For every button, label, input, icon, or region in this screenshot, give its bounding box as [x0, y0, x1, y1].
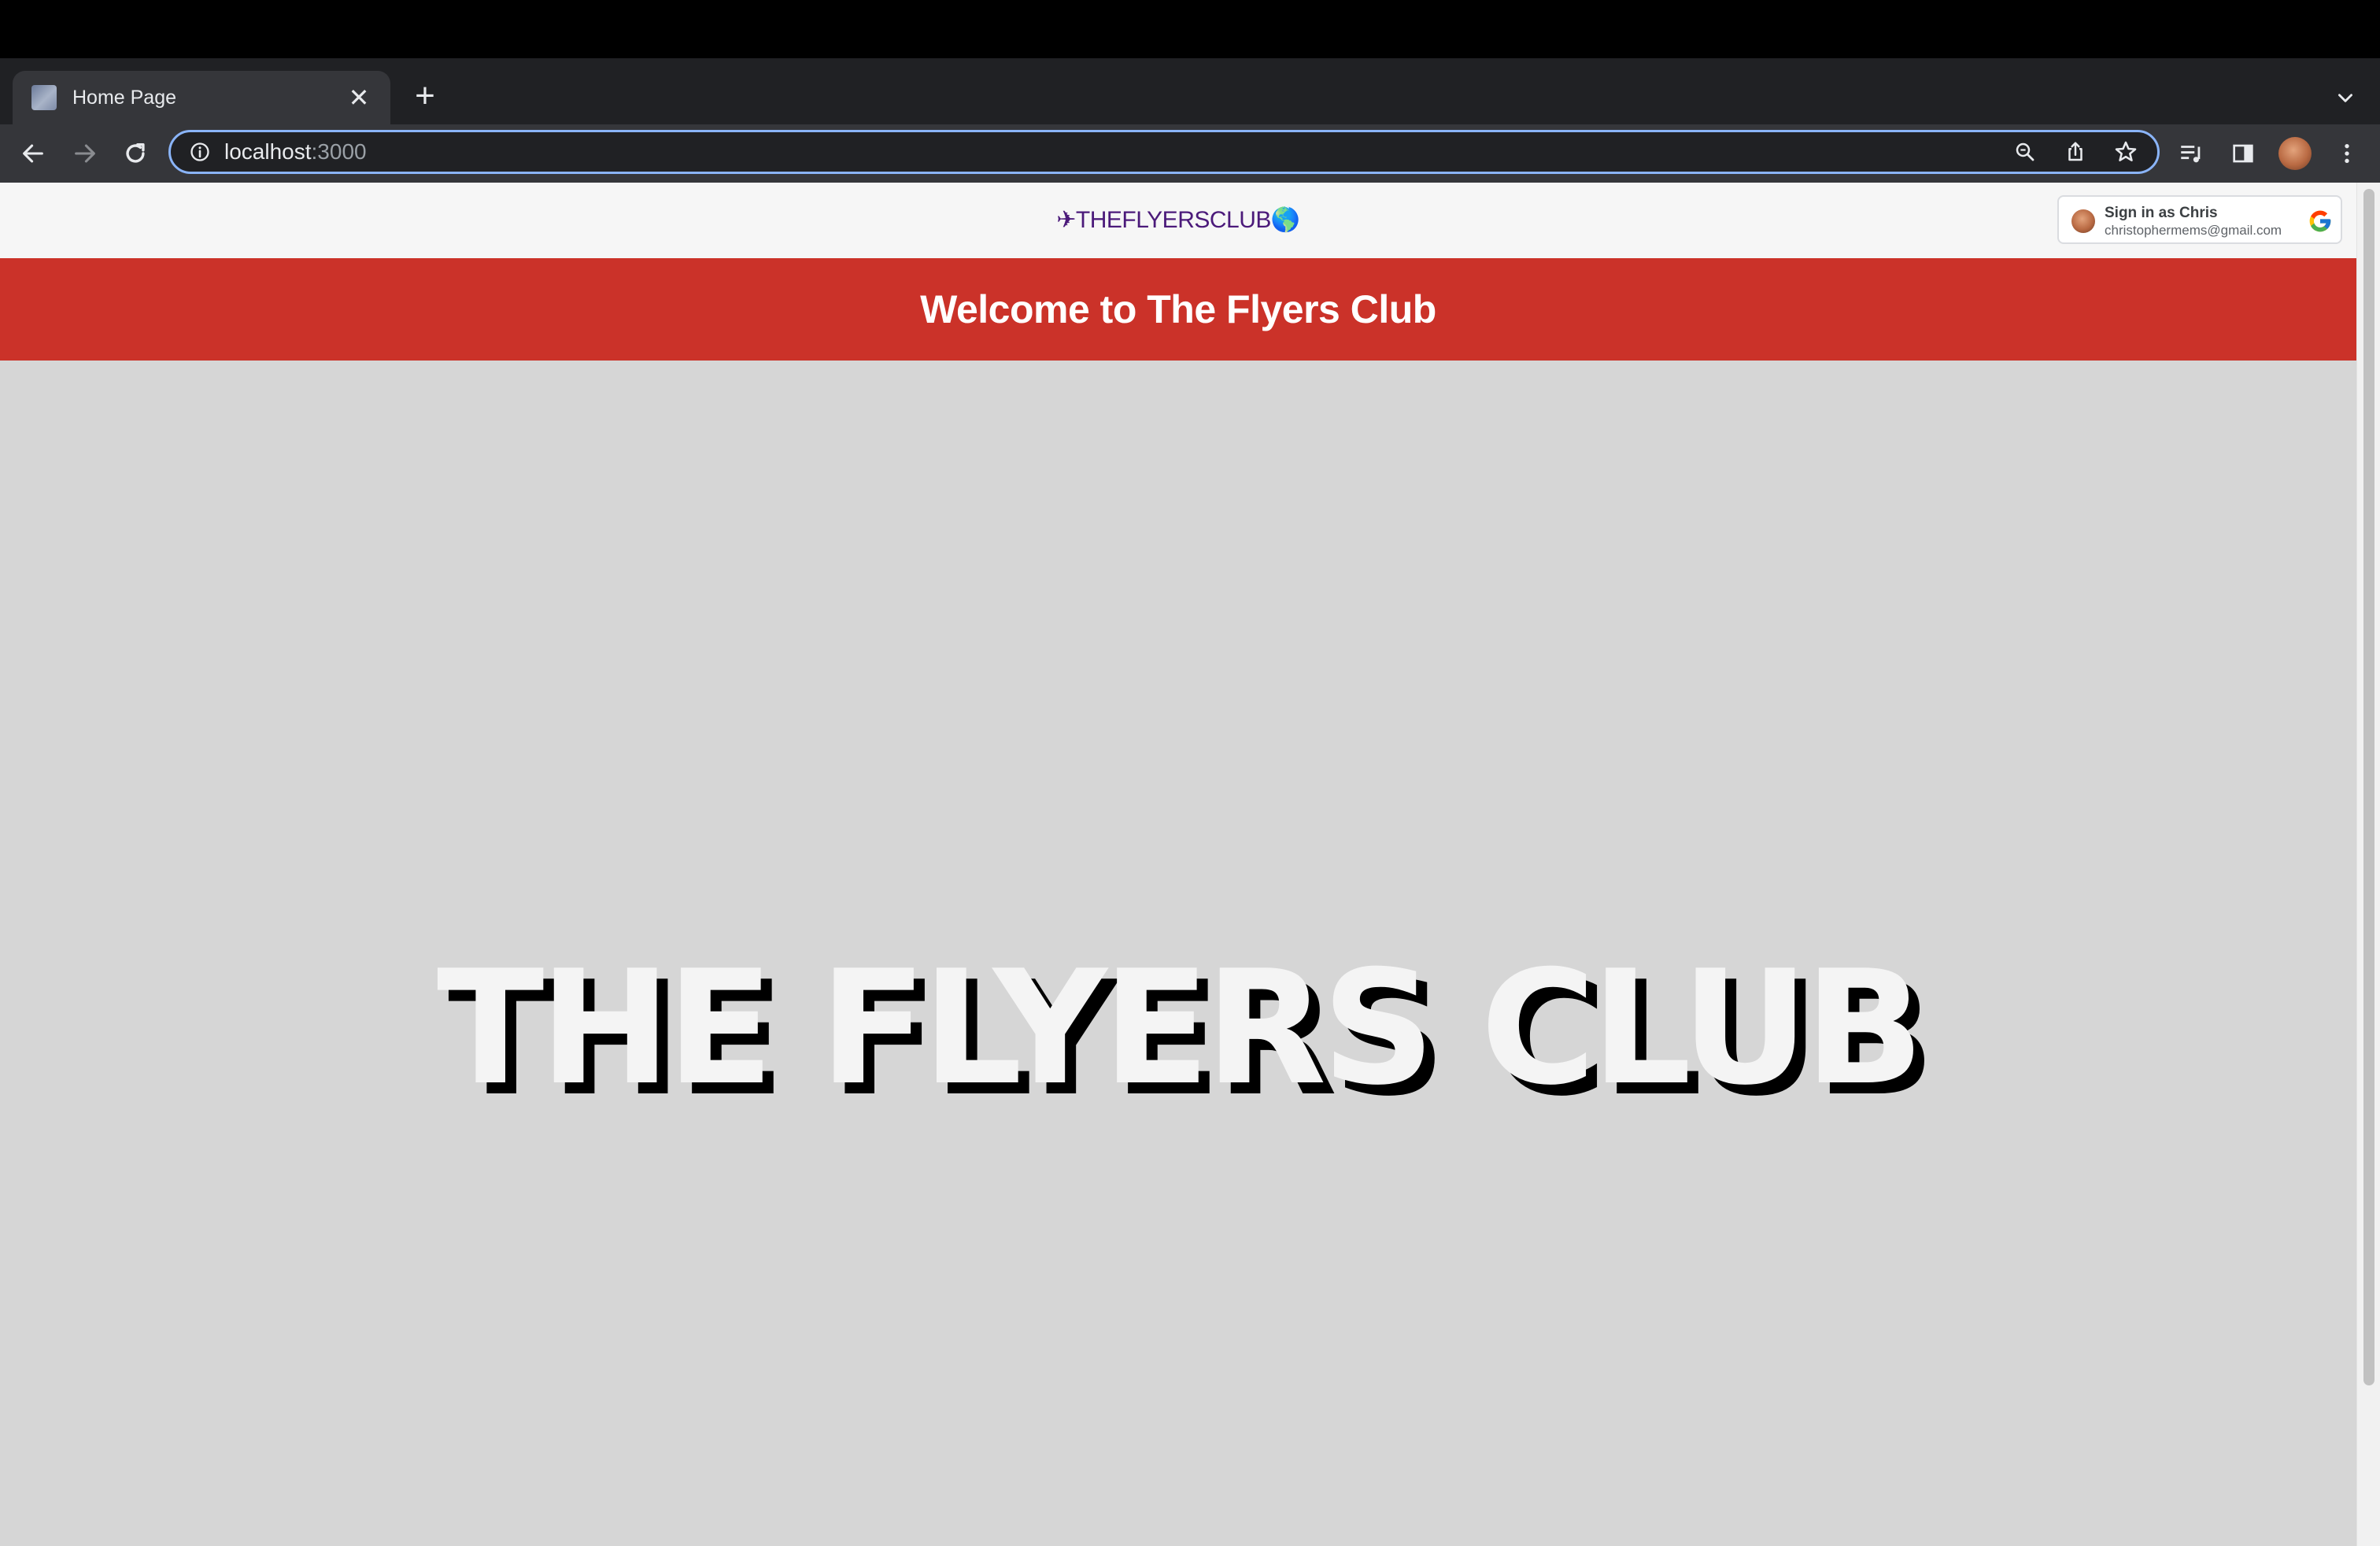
signin-name-label: Sign in as Chris	[2105, 205, 2218, 221]
hero-title: THE FLYERS CLUB	[436, 937, 1924, 1120]
kebab-menu-icon[interactable]	[2326, 133, 2367, 174]
close-icon[interactable]: ✕	[343, 82, 375, 113]
hero-section: THE FLYERS CLUB THE FLYERS CLUB	[0, 937, 2356, 1120]
browser-toolbar: localhost:3000	[0, 124, 2380, 183]
url-port: :3000	[311, 139, 367, 164]
chevron-down-icon[interactable]	[2330, 82, 2361, 113]
tab-home-page[interactable]: Home Page ✕	[13, 71, 390, 124]
google-g-icon	[2308, 209, 2333, 234]
address-bar[interactable]: localhost:3000	[168, 130, 2160, 174]
favicon-icon	[31, 85, 57, 110]
page-viewport: ✈THEFLYERSCLUB🌎 Sign in as Chris christo…	[0, 183, 2380, 1546]
info-icon[interactable]	[188, 140, 212, 164]
browser-window: Home Page ✕ + localhost:3000 ✈THEFLYERSC…	[0, 0, 2380, 1546]
google-signin-button[interactable]: Sign in as Chris christophermems@gmail.c…	[2057, 195, 2342, 244]
url-host: localhost	[224, 139, 312, 164]
media-controls-icon[interactable]	[2171, 133, 2212, 174]
share-icon[interactable]	[2058, 135, 2093, 169]
signin-email-label: christophermems@gmail.com	[2105, 223, 2282, 238]
zoom-icon[interactable]	[2008, 135, 2042, 169]
url-text[interactable]: localhost:3000	[224, 139, 367, 165]
site-logo[interactable]: ✈THEFLYERSCLUB🌎	[0, 206, 2356, 234]
tab-strip: Home Page ✕ +	[0, 58, 2380, 124]
tab-title: Home Page	[72, 86, 177, 109]
avatar	[2278, 137, 2312, 170]
banner-title: Welcome to The Flyers Club	[920, 287, 1436, 331]
system-menubar	[0, 0, 2380, 58]
welcome-banner: Welcome to The Flyers Club	[0, 258, 2356, 361]
forward-arrow-icon[interactable]	[65, 133, 105, 174]
scrollbar[interactable]	[2356, 183, 2380, 1546]
star-icon[interactable]	[2108, 135, 2143, 169]
back-arrow-icon[interactable]	[13, 133, 54, 174]
site-header: ✈THEFLYERSCLUB🌎 Sign in as Chris christo…	[0, 183, 2356, 258]
reload-icon[interactable]	[115, 133, 156, 174]
side-panel-icon[interactable]	[2223, 133, 2264, 174]
new-tab-button[interactable]: +	[406, 77, 444, 115]
scrollbar-thumb[interactable]	[2363, 189, 2374, 1385]
profile-avatar[interactable]	[2275, 133, 2315, 174]
avatar	[2071, 209, 2095, 233]
